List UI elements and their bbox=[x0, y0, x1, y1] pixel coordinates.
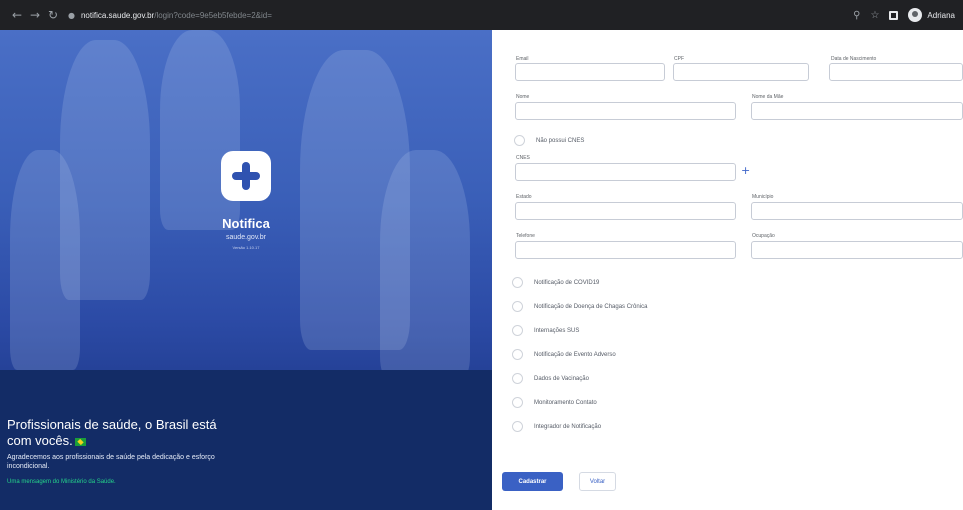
mother-name-label: Nome da Mãe bbox=[752, 94, 784, 100]
extension-icon[interactable] bbox=[889, 10, 899, 20]
birth-date-field[interactable] bbox=[829, 63, 963, 81]
option-chagas[interactable]: Notificação de Doença de Chagas Crônica bbox=[512, 301, 647, 312]
hero-subtitle: Agradecemos aos profissionais de saúde p… bbox=[7, 454, 215, 470]
brand-block: Notifica saude.gov.br Versão 1.10.17 bbox=[190, 216, 302, 250]
forward-arrow-icon[interactable]: → bbox=[26, 8, 44, 22]
browser-toolbar: ← → ↻ ● notifica.saude.gov.br /login?cod… bbox=[0, 0, 963, 30]
brand-version: Versão 1.10.17 bbox=[232, 245, 260, 250]
profile-avatar-icon[interactable] bbox=[908, 8, 923, 22]
cpf-label: CPF bbox=[674, 56, 684, 62]
phone-label: Telefone bbox=[516, 233, 535, 239]
state-label: Estado bbox=[516, 194, 532, 200]
hero-panel: Notifica saude.gov.br Versão 1.10.17 Pro… bbox=[0, 30, 492, 510]
cpf-field[interactable] bbox=[673, 63, 809, 81]
add-cnes-icon[interactable]: + bbox=[741, 164, 750, 177]
background-figure bbox=[10, 150, 80, 370]
name-field[interactable] bbox=[515, 102, 736, 120]
brand-name: Notifica bbox=[222, 216, 270, 231]
hero-message-link[interactable]: Uma mensagem do Ministério da Saúde. bbox=[7, 479, 116, 485]
back-button[interactable]: Voltar bbox=[579, 472, 616, 491]
option-label: Notificação de Doença de Chagas Crônica bbox=[534, 303, 648, 310]
phone-field[interactable] bbox=[515, 241, 736, 259]
state-field[interactable] bbox=[515, 202, 736, 220]
background-figure bbox=[380, 150, 470, 380]
cnes-field[interactable] bbox=[515, 163, 736, 181]
cnes-label: CNES bbox=[516, 155, 530, 161]
birth-date-label: Data de Nascimento bbox=[831, 56, 877, 62]
option-dados-vacinacao[interactable]: Dados de Vacinação bbox=[512, 373, 589, 384]
option-label: Integrador de Notificação bbox=[534, 423, 602, 430]
url-path: /login?code=9e5eb5febde=2&id= bbox=[154, 10, 272, 20]
name-label: Nome bbox=[516, 94, 530, 100]
back-arrow-icon[interactable]: ← bbox=[8, 8, 26, 22]
url-host: notifica.saude.gov.br bbox=[80, 10, 155, 20]
zoom-icon[interactable]: ⚲ bbox=[853, 10, 860, 21]
radio-circle[interactable] bbox=[512, 397, 523, 408]
email-label: Email bbox=[516, 56, 529, 62]
hero-title-text: Profissionais de saúde, o Brasil está co… bbox=[7, 417, 217, 448]
option-evento-adverso[interactable]: Notificação de Evento Adverso bbox=[512, 349, 616, 360]
brand-domain: saude.gov.br bbox=[226, 234, 266, 241]
address-bar[interactable]: ● notifica.saude.gov.br /login?code=9e5e… bbox=[68, 5, 272, 25]
email-field[interactable] bbox=[515, 63, 665, 81]
radio-circle[interactable] bbox=[512, 421, 523, 432]
mother-name-field[interactable] bbox=[751, 102, 963, 120]
radio-circle[interactable] bbox=[512, 373, 523, 384]
option-label: Notificação de COVID19 bbox=[534, 279, 600, 286]
brazil-flag-icon bbox=[74, 437, 86, 446]
registration-form: Email CPF Data de Nascimento Nome Nome d… bbox=[492, 30, 963, 510]
notifica-logo bbox=[221, 151, 271, 201]
no-cnes-label: Não possui CNES bbox=[536, 137, 585, 144]
occupation-label: Ocupação bbox=[752, 233, 775, 239]
option-monitoramento-contato[interactable]: Monitoramento Contato bbox=[512, 397, 597, 408]
option-label: Dados de Vacinação bbox=[534, 375, 589, 382]
hero-title: Profissionais de saúde, o Brasil está co… bbox=[7, 417, 237, 449]
radio-circle[interactable] bbox=[512, 349, 523, 360]
option-internacoes-sus[interactable]: Internações SUS bbox=[512, 325, 579, 336]
register-button[interactable]: Cadastrar bbox=[502, 472, 563, 491]
radio-circle[interactable] bbox=[514, 135, 525, 146]
occupation-field[interactable] bbox=[751, 241, 963, 259]
option-label: Internações SUS bbox=[534, 327, 580, 334]
radio-circle[interactable] bbox=[512, 277, 523, 288]
city-label: Município bbox=[752, 194, 774, 200]
profile-name[interactable]: Adriana bbox=[927, 11, 955, 20]
city-field[interactable] bbox=[751, 202, 963, 220]
radio-circle[interactable] bbox=[512, 325, 523, 336]
option-integrador[interactable]: Integrador de Notificação bbox=[512, 421, 601, 432]
plus-logo-icon bbox=[232, 162, 260, 190]
option-label: Monitoramento Contato bbox=[534, 399, 597, 406]
no-cnes-checkbox[interactable]: Não possui CNES bbox=[514, 135, 584, 146]
bookmark-star-icon[interactable]: ☆ bbox=[870, 10, 879, 21]
lock-icon: ● bbox=[68, 10, 75, 20]
reload-icon[interactable]: ↻ bbox=[44, 8, 62, 22]
option-covid19[interactable]: Notificação de COVID19 bbox=[512, 277, 599, 288]
radio-circle[interactable] bbox=[512, 301, 523, 312]
option-label: Notificação de Evento Adverso bbox=[534, 351, 616, 358]
